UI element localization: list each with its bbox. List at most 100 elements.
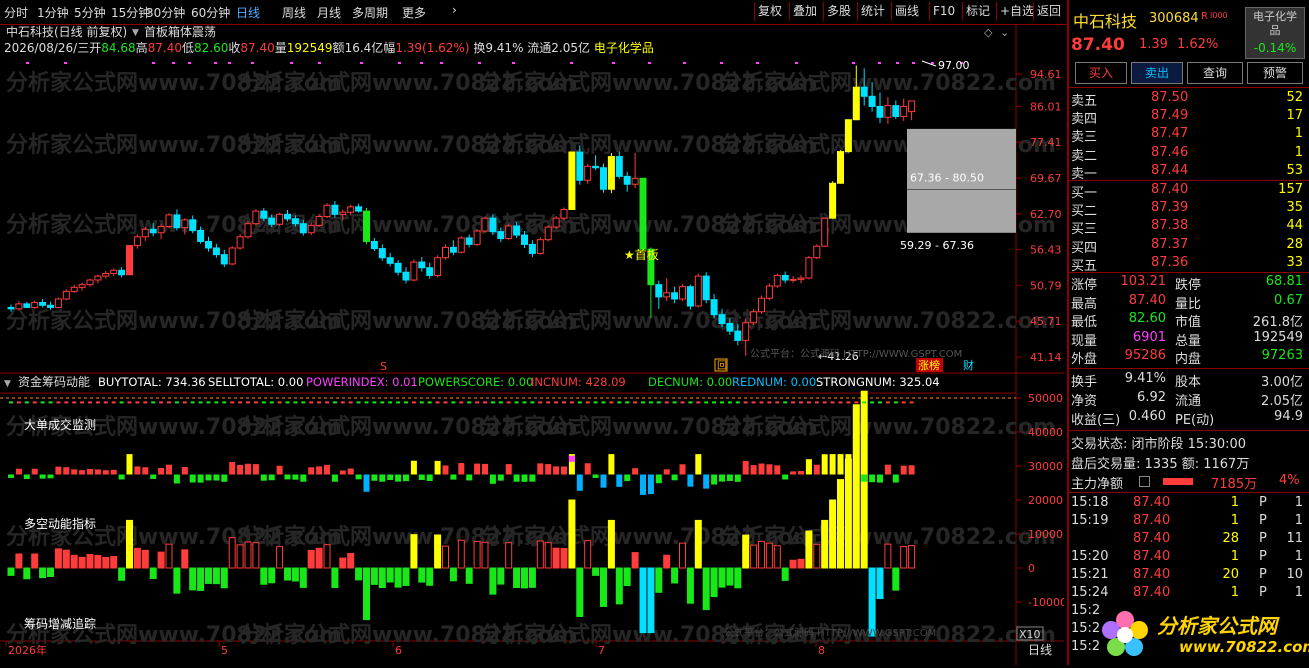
first-board-marker	[568, 455, 575, 462]
candle-body	[39, 301, 47, 306]
strength-dot	[356, 401, 361, 404]
order-bar	[284, 474, 291, 480]
power-bar	[805, 530, 813, 569]
candle-body	[426, 267, 434, 276]
period-4[interactable]: 30分钟	[146, 4, 185, 21]
power-bar	[315, 547, 323, 569]
candle-body	[141, 228, 149, 238]
signal-dot-16	[570, 62, 573, 64]
sell-button[interactable]: 卖出	[1131, 62, 1183, 84]
logo-text: 分析家公式网	[1157, 614, 1277, 638]
strength-dot	[530, 401, 535, 404]
candle-body	[189, 219, 197, 231]
period-1[interactable]: 1分钟	[37, 4, 69, 21]
fund-row-0: 换手 9.41% 股本 3.00亿	[1069, 371, 1309, 390]
order-bar	[150, 474, 157, 479]
candle-body	[528, 243, 536, 254]
period-8[interactable]: 月线	[317, 4, 341, 21]
tool-0[interactable]: 复权	[754, 2, 785, 21]
kline-chart-svg[interactable]: 分析家公式网www.70822.com 分析家公式网www.70822.com 分析…	[0, 23, 1067, 665]
power-bar	[307, 549, 315, 569]
power-bar	[291, 567, 299, 582]
order-bar	[513, 474, 520, 482]
quote-row-1-cell-3: 0.67	[1274, 292, 1303, 308]
tick-row-5-cell-2: 1	[1230, 585, 1239, 600]
quote-row-2-cell-0: 最低	[1071, 315, 1098, 330]
order-bar	[647, 474, 654, 495]
candle-body	[442, 246, 449, 259]
fund-row-2: 收益(三) 0.460 PE(动) 94.9	[1069, 409, 1309, 428]
power-bar	[789, 559, 797, 569]
candle-body	[331, 204, 339, 215]
order-bar	[624, 474, 631, 482]
strength-dot	[459, 401, 464, 404]
order-bar	[679, 464, 686, 475]
tick-row-5-cell-1: 87.40	[1133, 585, 1171, 600]
tick-row-4-cell-1: 87.40	[1133, 567, 1171, 582]
period-3[interactable]: 15分钟	[111, 4, 150, 21]
strength-dot	[443, 401, 448, 404]
tick-row-2-cell-2: 28	[1222, 531, 1239, 546]
after-hours: 盘后交易量: 1335 额: 1167万	[1071, 457, 1250, 472]
period-7[interactable]: 周线	[282, 4, 306, 21]
order-bar	[561, 466, 567, 475]
strength-dot	[625, 401, 630, 404]
candle-body	[173, 214, 181, 229]
power-bar	[844, 458, 852, 569]
strength-dot	[648, 401, 653, 404]
order-bar	[87, 468, 93, 475]
time-period-label: 日线	[1028, 643, 1052, 657]
candle-body	[434, 257, 442, 276]
period-10[interactable]: 更多	[402, 4, 426, 21]
tool-6[interactable]: 标记	[962, 2, 993, 21]
power-bar	[189, 567, 197, 591]
power-bar	[489, 567, 497, 595]
candle-body	[394, 262, 402, 273]
alert-button[interactable]: 预警	[1247, 62, 1303, 84]
tick-row-0-cell-0: 15:18	[1071, 495, 1109, 510]
ohlc-part-4: 87.40	[148, 41, 182, 55]
order-bar	[726, 474, 733, 481]
more-chevron-icon[interactable]: ›	[452, 3, 457, 17]
period-5[interactable]: 60分钟	[191, 4, 230, 21]
box-upper-label: 67.36 - 80.50	[910, 171, 984, 184]
ohlc-part-19: 电子化学品	[590, 40, 654, 55]
period-9[interactable]: 多周期	[352, 4, 388, 21]
power-bar	[505, 542, 513, 569]
ohlc-part-3: 高	[136, 40, 148, 55]
power-bar	[465, 567, 473, 584]
fund-row-2-cell-2: PE(动)	[1175, 413, 1215, 428]
candle-body	[110, 269, 118, 274]
order-bar	[118, 474, 125, 480]
candle-body	[671, 292, 679, 300]
tool-5[interactable]: F10	[929, 2, 958, 21]
buy-button[interactable]: 买入	[1075, 62, 1127, 84]
candle-body	[473, 230, 481, 245]
candle-body	[837, 151, 844, 184]
tool-3[interactable]: 统计	[857, 2, 888, 21]
chart-area[interactable]: 分析家公式网www.70822.com 分析家公式网www.70822.com 分析…	[0, 23, 1067, 665]
period-0[interactable]: 分时	[4, 4, 28, 21]
candle-body	[126, 245, 133, 276]
candle-body	[465, 237, 473, 245]
tick-row-6-cell-0: 15:2	[1071, 603, 1101, 618]
tick-row-4-cell-2: 20	[1222, 567, 1239, 582]
tool-2[interactable]: 多股	[823, 2, 854, 21]
power-bar	[102, 556, 110, 569]
tool-1[interactable]: 叠加	[789, 2, 820, 21]
query-button[interactable]: 查询	[1187, 62, 1243, 84]
period-2[interactable]: 5分钟	[74, 4, 106, 21]
sub-metric-6: REDNUM: 0.00	[732, 375, 816, 389]
sub-label-4: 10000	[1028, 528, 1063, 541]
power-bar	[299, 567, 307, 588]
period-6[interactable]: 日线	[236, 4, 260, 21]
candle-body	[829, 182, 837, 219]
candle-body	[781, 274, 789, 281]
candle-body	[908, 100, 916, 113]
order-bar	[805, 459, 812, 475]
tool-8[interactable]: 返回	[1033, 2, 1064, 21]
signal-dot-0	[26, 62, 29, 64]
order-bar	[15, 468, 22, 475]
tool-7[interactable]: +自选	[996, 2, 1037, 21]
tool-4[interactable]: 画线	[891, 2, 922, 21]
